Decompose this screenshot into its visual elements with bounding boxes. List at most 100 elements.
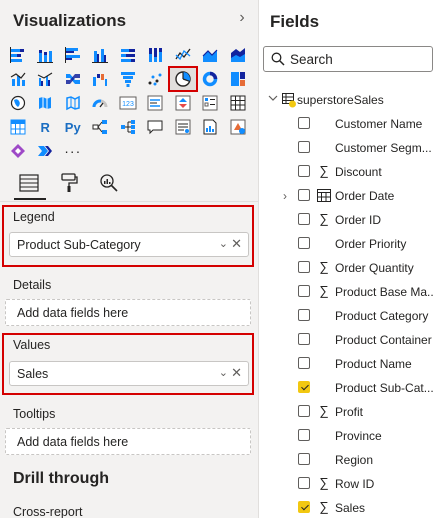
table-node[interactable]: superstoreSales: [265, 90, 434, 110]
field-row[interactable]: ∑ Discount: [259, 160, 434, 184]
arrow-chevrons-icon[interactable]: [32, 139, 60, 163]
multi-row-card-icon[interactable]: [142, 91, 170, 115]
pie-chart-icon[interactable]: [168, 66, 198, 92]
field-row[interactable]: ∑ Product Base Ma...: [259, 280, 434, 304]
field-name: Order Quantity: [335, 261, 414, 275]
format-paint-roller-icon[interactable]: [56, 170, 82, 196]
legend-field-pill[interactable]: Product Sub-Category ⌄ ✕: [9, 232, 249, 257]
sigma-icon: ∑: [319, 211, 329, 226]
stacked-bar-chart-icon[interactable]: [4, 43, 32, 67]
scatter-chart-icon[interactable]: [142, 67, 170, 91]
field-row[interactable]: Customer Segm...: [259, 136, 434, 160]
details-drop-zone[interactable]: Add data fields here: [5, 299, 251, 326]
field-checkbox[interactable]: [298, 165, 310, 177]
donut-chart-icon[interactable]: [197, 67, 225, 91]
stacked-area-chart-icon[interactable]: [224, 43, 252, 67]
line-and-stacked-column-chart-icon[interactable]: [4, 67, 32, 91]
card-icon[interactable]: 123: [114, 91, 142, 115]
matrix-icon[interactable]: [4, 115, 32, 139]
waterfall-chart-icon[interactable]: [87, 67, 115, 91]
analytics-magnifier-icon[interactable]: [96, 170, 122, 196]
values-field-name: Sales: [17, 367, 49, 381]
field-checkbox[interactable]: [298, 213, 310, 225]
clustered-bar-chart-icon[interactable]: [59, 43, 87, 67]
field-row[interactable]: ∑ Sales: [259, 496, 434, 518]
field-checkbox[interactable]: [298, 381, 310, 393]
tooltips-drop-zone[interactable]: Add data fields here: [5, 428, 251, 455]
field-row[interactable]: ∑ Profit: [259, 400, 434, 424]
field-checkbox[interactable]: [298, 309, 310, 321]
smart-narrative-icon[interactable]: [169, 115, 197, 139]
gauge-icon[interactable]: [87, 91, 115, 115]
python-visual-icon[interactable]: Py: [59, 115, 87, 139]
power-automate-icon[interactable]: [4, 139, 32, 163]
filled-map-icon[interactable]: [32, 91, 60, 115]
field-row[interactable]: Order Priority: [259, 232, 434, 256]
close-icon[interactable]: ✕: [231, 365, 242, 381]
decomposition-tree-icon[interactable]: [114, 115, 142, 139]
field-checkbox[interactable]: [298, 237, 310, 249]
search-input[interactable]: [290, 50, 430, 68]
100-stacked-column-chart-icon[interactable]: [142, 43, 170, 67]
slicer-icon[interactable]: [197, 91, 225, 115]
details-placeholder: Add data fields here: [17, 306, 129, 320]
field-checkbox[interactable]: [298, 501, 310, 513]
map-icon[interactable]: [4, 91, 32, 115]
stacked-column-chart-icon[interactable]: [32, 43, 60, 67]
field-row[interactable]: ∑ Order Quantity: [259, 256, 434, 280]
treemap-icon[interactable]: [224, 67, 252, 91]
field-checkbox[interactable]: [298, 141, 310, 153]
field-checkbox[interactable]: [298, 429, 310, 441]
field-name: Product Base Ma...: [335, 285, 434, 299]
chevron-down-icon[interactable]: ⌄: [219, 366, 228, 379]
paginated-report-icon[interactable]: [197, 115, 225, 139]
line-chart-icon[interactable]: [169, 43, 197, 67]
collapse-visualizations-chevron-icon[interactable]: ›: [234, 9, 250, 27]
table-icon[interactable]: [224, 91, 252, 115]
field-checkbox[interactable]: [298, 261, 310, 273]
drill-through-title: Drill through: [13, 470, 109, 487]
field-row[interactable]: Product Sub-Cat...: [259, 376, 434, 400]
chevron-down-icon[interactable]: [267, 92, 279, 104]
funnel-chart-icon[interactable]: [114, 67, 142, 91]
field-checkbox[interactable]: [298, 189, 310, 201]
line-and-clustered-column-chart-icon[interactable]: [32, 67, 60, 91]
legend-field-name: Product Sub-Category: [17, 238, 141, 252]
values-field-pill[interactable]: Sales ⌄ ✕: [9, 361, 249, 386]
field-checkbox[interactable]: [298, 453, 310, 465]
chevron-down-icon[interactable]: ⌄: [219, 237, 228, 250]
field-row[interactable]: ∑ Order ID: [259, 208, 434, 232]
field-row[interactable]: Province: [259, 424, 434, 448]
field-checkbox[interactable]: [298, 405, 310, 417]
more-visuals-icon[interactable]: ···: [59, 139, 87, 163]
shape-map-icon[interactable]: [59, 91, 87, 115]
ribbon-chart-icon[interactable]: [59, 67, 87, 91]
100-stacked-bar-chart-icon[interactable]: [114, 43, 142, 67]
key-influencers-icon[interactable]: [87, 115, 115, 139]
power-apps-icon[interactable]: [224, 115, 252, 139]
close-icon[interactable]: ✕: [231, 236, 242, 252]
area-chart-icon[interactable]: [197, 43, 225, 67]
r-visual-icon[interactable]: R: [32, 115, 60, 139]
field-row[interactable]: Region: [259, 448, 434, 472]
field-row[interactable]: Product Category: [259, 304, 434, 328]
field-row[interactable]: Product Container: [259, 328, 434, 352]
field-checkbox[interactable]: [298, 333, 310, 345]
field-name: Product Name: [335, 357, 412, 371]
field-row[interactable]: Product Name: [259, 352, 434, 376]
sigma-icon: ∑: [319, 499, 329, 514]
chevron-right-icon[interactable]: ›: [283, 189, 287, 203]
search-box[interactable]: [263, 46, 433, 72]
field-row[interactable]: ∑ Row ID: [259, 472, 434, 496]
clustered-column-chart-icon[interactable]: [87, 43, 115, 67]
field-checkbox[interactable]: [298, 117, 310, 129]
field-row[interactable]: Customer Name: [259, 112, 434, 136]
field-row[interactable]: › Order Date: [259, 184, 434, 208]
qa-visual-icon[interactable]: [142, 115, 170, 139]
kpi-icon[interactable]: [169, 91, 197, 115]
field-name: Sales: [335, 501, 366, 515]
field-checkbox[interactable]: [298, 285, 310, 297]
fields-tab[interactable]: [16, 170, 42, 196]
field-checkbox[interactable]: [298, 357, 310, 369]
field-checkbox[interactable]: [298, 477, 310, 489]
